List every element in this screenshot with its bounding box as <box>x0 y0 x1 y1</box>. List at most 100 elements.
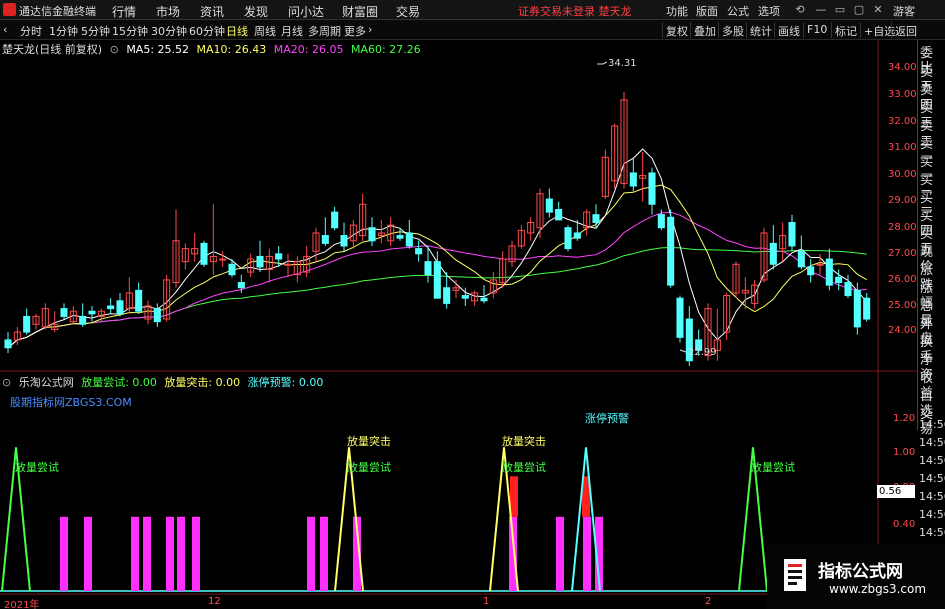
candle-body <box>825 258 833 286</box>
candle-body <box>788 222 796 247</box>
brand-title: 指标公式网 <box>818 562 903 582</box>
candle-body <box>368 227 376 242</box>
indicator-source-link[interactable]: 股期指标网ZBGS3.COM <box>10 394 132 410</box>
candle-body <box>564 227 572 250</box>
candle-body <box>807 266 815 276</box>
cursor-value-tag: 0.56 <box>877 485 915 498</box>
candle-body <box>23 315 31 333</box>
tick-time: 14:56 <box>919 526 945 539</box>
candle-body <box>256 255 264 268</box>
candle-body <box>461 295 469 299</box>
candle-body <box>396 235 404 239</box>
indicator-tick: 0.40 <box>893 519 916 530</box>
price-tick: 27.00 <box>888 248 917 259</box>
low-price-label: 22.99 <box>688 347 717 358</box>
tick-time: 14:56 <box>919 472 945 485</box>
tick-time: 14:56 <box>919 508 945 521</box>
candle-body <box>797 250 805 268</box>
indicator-tick: 1.20 <box>893 413 916 424</box>
candle-body <box>153 308 161 323</box>
signal-label: 放量突击 <box>502 435 546 448</box>
indicator-tick: 1.00 <box>893 447 916 458</box>
kline-chart[interactable] <box>0 0 945 609</box>
candle-body <box>405 232 413 247</box>
volume-signal-bar <box>143 516 151 591</box>
time-tick: 1 <box>483 596 490 607</box>
ma5-value: MA5: 25.52 <box>126 43 190 56</box>
volume-signal-bar <box>166 516 174 591</box>
price-tick: 30.00 <box>888 169 917 180</box>
indicator-v3: 涨停预警: 0.00 <box>247 376 324 389</box>
volume-signal-bar <box>320 516 328 591</box>
volume-signal-bar <box>583 516 591 591</box>
tick-time: 14:56 <box>919 436 945 449</box>
indicator-v1: 放量尝试: 0.00 <box>81 376 157 389</box>
volume-signal-bar <box>131 516 139 591</box>
price-tick: 28.00 <box>888 222 917 233</box>
candle-body <box>88 310 96 315</box>
candle-body <box>237 282 245 289</box>
candle-body <box>545 198 553 213</box>
candle-body <box>415 248 423 255</box>
volume-signal-bar <box>509 516 517 591</box>
candle-body <box>648 172 656 205</box>
time-tick: 2 <box>705 596 712 607</box>
candle-body <box>331 211 339 229</box>
time-tick: 2021年 <box>4 600 40 609</box>
breakout-bar <box>510 476 518 517</box>
candle-body <box>835 276 843 284</box>
candle-body <box>480 297 488 302</box>
signal-label: 放量尝试 <box>347 461 391 474</box>
signal-label: 涨停预警 <box>585 412 629 425</box>
ma-settings-icon[interactable]: ⊙ <box>110 43 119 56</box>
price-tick: 34.00 <box>888 62 917 73</box>
candle-body <box>769 242 777 265</box>
stock-name: 楚天龙(日线 前复权) <box>2 43 103 56</box>
price-tick: 31.00 <box>888 142 917 153</box>
candle-body <box>629 172 637 187</box>
candle-body <box>340 235 348 247</box>
signal-label: 放量突击 <box>347 435 391 448</box>
signal-label: 放量尝试 <box>502 461 546 474</box>
candle-body <box>219 258 227 261</box>
volume-signal-bar <box>556 516 564 591</box>
tick-time: 14:56 <box>919 454 945 467</box>
volume-signal-bar <box>192 516 200 591</box>
indicator-name: 乐淘公式网 <box>18 376 74 389</box>
candle-body <box>135 289 143 312</box>
high-leader <box>597 61 608 65</box>
brand-watermark: 指标公式网 www.zbgs3.com <box>767 544 945 609</box>
candle-body <box>592 214 600 224</box>
price-tick: 24.00 <box>888 325 917 336</box>
price-tick: 26.00 <box>888 274 917 285</box>
tick-time: 14:56 <box>919 490 945 503</box>
candle-body <box>200 242 208 265</box>
volume-signal-bar <box>177 516 185 591</box>
volume-signal-bar <box>84 516 92 591</box>
high-price-label: 34.31 <box>608 58 637 69</box>
price-tick: 32.00 <box>888 116 917 127</box>
price-tick: 33.00 <box>888 89 917 100</box>
candle-body <box>844 282 852 297</box>
candle-body <box>555 208 563 221</box>
volume-signal-bar <box>60 516 68 591</box>
candle-body <box>816 263 824 266</box>
candle-body <box>657 214 665 229</box>
candle-body <box>433 261 441 299</box>
indicator-v2: 放量突击: 0.00 <box>164 376 241 389</box>
candle-body <box>573 232 581 239</box>
price-tick: 25.00 <box>888 300 917 311</box>
candle-body <box>321 235 329 244</box>
candle-body <box>863 297 871 320</box>
ma60-value: MA60: 27.26 <box>350 43 421 56</box>
signal-label: 放量尝试 <box>751 461 795 474</box>
candle-body <box>284 263 292 266</box>
candle-body <box>676 297 684 338</box>
candle-body <box>4 339 12 349</box>
candle-body <box>667 216 675 286</box>
candle-body <box>853 289 861 328</box>
candle-body <box>116 300 124 315</box>
signal-label: 放量尝试 <box>15 461 59 474</box>
volume-signal-bar <box>307 516 315 591</box>
indicator-settings-icon[interactable]: ⊙ <box>2 376 11 389</box>
